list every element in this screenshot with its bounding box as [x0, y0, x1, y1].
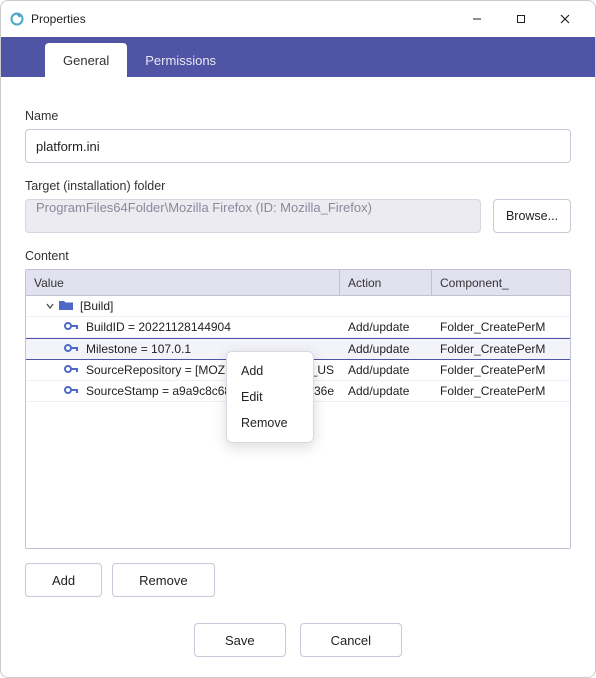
cell-action: Add/update — [340, 342, 432, 356]
tab-bar: General Permissions — [1, 37, 595, 77]
name-input[interactable] — [25, 129, 571, 163]
remove-button[interactable]: Remove — [112, 563, 214, 597]
save-button[interactable]: Save — [194, 623, 286, 657]
content-label: Content — [25, 249, 571, 263]
target-label: Target (installation) folder — [25, 179, 571, 193]
maximize-button[interactable] — [499, 4, 543, 34]
tab-general[interactable]: General — [45, 43, 127, 77]
table-group-row[interactable]: [Build] — [26, 296, 570, 317]
tab-label: General — [63, 53, 109, 68]
column-header-value[interactable]: Value — [26, 270, 340, 295]
table-row[interactable]: BuildID = 20221128144904 Add/update Fold… — [26, 317, 570, 338]
group-label: [Build] — [80, 299, 113, 313]
cell-action: Add/update — [340, 320, 432, 334]
cell-value: Milestone = 107.0.1 — [86, 342, 191, 356]
chevron-down-icon — [44, 301, 56, 311]
key-icon — [64, 320, 80, 334]
table-body: [Build] BuildID = 20221128144904 Add/upd… — [26, 296, 570, 548]
cell-component: Folder_CreatePerM — [432, 320, 570, 334]
titlebar: Properties — [1, 1, 595, 37]
cell-action: Add/update — [340, 363, 432, 377]
column-header-action[interactable]: Action — [340, 270, 432, 295]
column-header-component[interactable]: Component_ — [432, 270, 570, 295]
name-label: Name — [25, 109, 571, 123]
cell-value: BuildID = 20221128144904 — [86, 320, 231, 334]
cell-action: Add/update — [340, 384, 432, 398]
content-table: Value Action Component_ [Build] — [25, 269, 571, 549]
target-folder-display: ProgramFiles64Folder\Mozilla Firefox (ID… — [25, 199, 481, 233]
app-icon — [9, 11, 25, 27]
cancel-button[interactable]: Cancel — [300, 623, 402, 657]
key-icon — [64, 384, 80, 398]
key-icon — [64, 363, 80, 377]
minimize-button[interactable] — [455, 4, 499, 34]
cell-component: Folder_CreatePerM — [432, 342, 570, 356]
cell-component: Folder_CreatePerM — [432, 363, 570, 377]
cell-value: SourceRepository = [MOZIL — [86, 363, 234, 377]
context-menu-remove[interactable]: Remove — [227, 410, 313, 436]
tab-permissions[interactable]: Permissions — [127, 43, 234, 77]
context-menu-add[interactable]: Add — [227, 358, 313, 384]
close-button[interactable] — [543, 4, 587, 34]
add-button[interactable]: Add — [25, 563, 102, 597]
window-title: Properties — [31, 12, 455, 26]
cell-value: SourceStamp = a9a9c8c68b — [86, 384, 234, 398]
window-controls — [455, 4, 587, 34]
context-menu-edit[interactable]: Edit — [227, 384, 313, 410]
tab-label: Permissions — [145, 53, 216, 68]
table-header-row: Value Action Component_ — [26, 270, 570, 296]
context-menu: Add Edit Remove — [226, 351, 314, 443]
folder-icon — [58, 299, 74, 313]
browse-button[interactable]: Browse... — [493, 199, 571, 233]
cell-component: Folder_CreatePerM — [432, 384, 570, 398]
key-icon — [64, 342, 80, 356]
